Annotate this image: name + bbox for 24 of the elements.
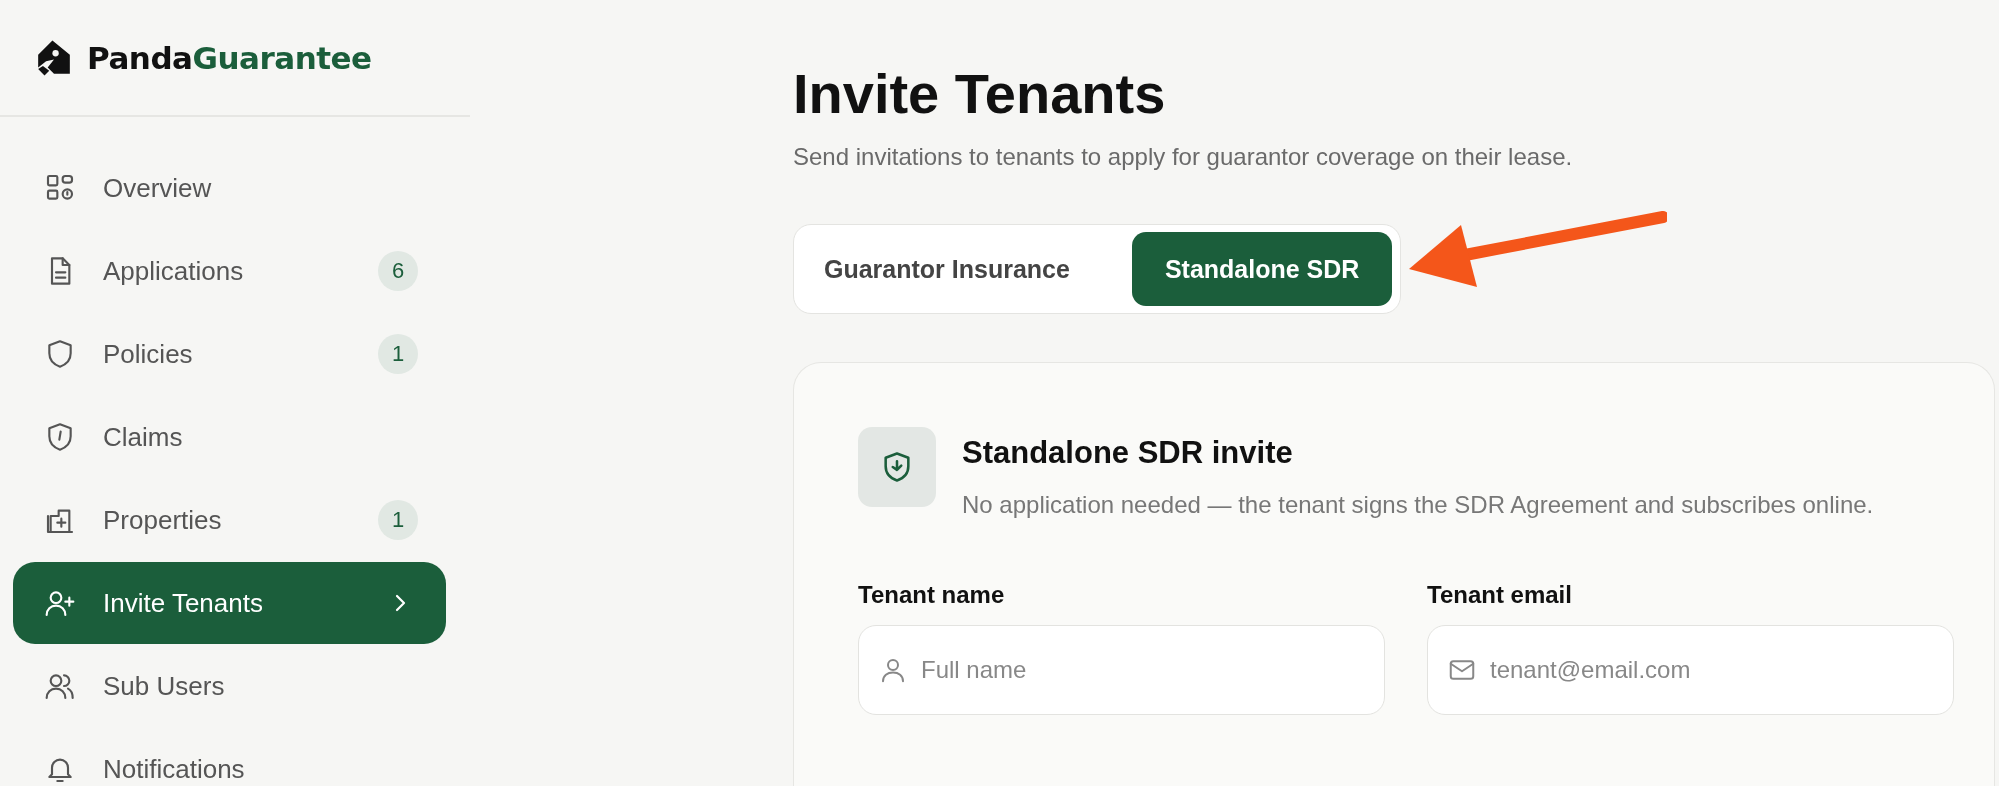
nav-item[interactable]: Notifications (13, 728, 446, 786)
tab[interactable]: Standalone SDR (1131, 232, 1393, 307)
count-badge: 6 (378, 251, 418, 291)
field-label: Tenant email (1427, 581, 1573, 610)
nav-item[interactable]: Sub Users (13, 645, 446, 727)
input-field[interactable]: Full name (858, 625, 1385, 716)
nav-item[interactable]: Applications 6 (13, 230, 446, 312)
nav-item[interactable]: Invite Tenants (13, 562, 446, 644)
brand-name: PandaGuarantee (87, 39, 372, 76)
nav-item[interactable]: Policies 1 (13, 313, 446, 395)
page-title: Invite Tenants (793, 61, 1167, 127)
field-label: Tenant name (858, 581, 1006, 610)
card-title: Standalone SDR invite (962, 435, 1294, 472)
count-badge: 1 (378, 334, 418, 374)
card-description: No application needed — the tenant signs the SDR Agreement and subscribes online. (962, 490, 1875, 521)
page-subtitle: Send invitations to tenants to apply for guarantor coverage on their lease. (793, 143, 1574, 172)
house-logo-icon (35, 38, 73, 77)
input-field[interactable]: tenant@email.com (1427, 625, 1954, 716)
nav-item[interactable]: Properties 1 (13, 479, 446, 561)
nav-item[interactable]: Claims (13, 396, 446, 478)
count-badge: 1 (378, 500, 418, 540)
tab[interactable]: Guarantor Insurance (824, 232, 1110, 307)
nav-item[interactable]: Overview (13, 147, 446, 229)
shield-icon (858, 427, 936, 508)
